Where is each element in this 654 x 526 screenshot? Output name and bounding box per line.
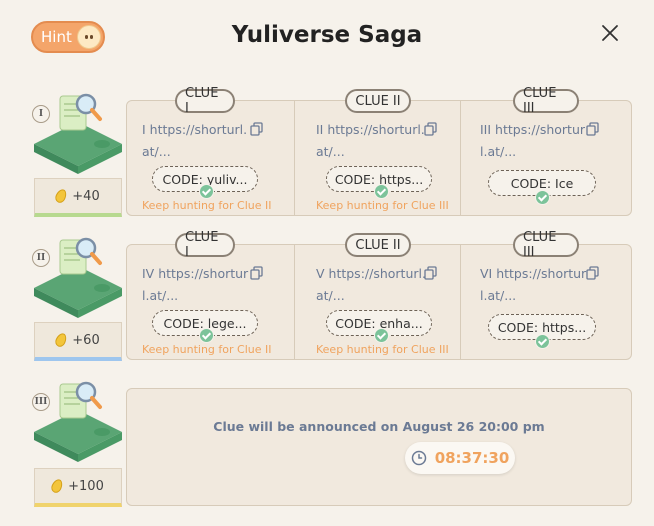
clue-link[interactable]: I https://shorturl.at/...	[142, 119, 254, 163]
close-icon	[602, 25, 618, 41]
row-number-badge: III	[32, 393, 50, 411]
page-title: Yuliverse Saga	[231, 22, 423, 48]
clue-card: CLUE III III https://shorturl.at/... COD…	[460, 86, 632, 216]
reward-badge: +60	[34, 322, 122, 361]
copy-icon[interactable]	[250, 266, 263, 280]
saga-row-3: Clue will be announced on August 26 20:0…	[30, 381, 632, 507]
reward-amount: +100	[68, 478, 104, 494]
copy-icon[interactable]	[586, 122, 599, 136]
coin-icon	[53, 187, 69, 205]
clue-link[interactable]: III https://shorturl.at/...	[480, 119, 592, 163]
check-icon	[535, 334, 550, 349]
clock-icon	[411, 450, 426, 466]
clue-tab: CLUE II	[346, 234, 410, 256]
saga-row-2: II +60 CLUE I IV https://shorturl.at/...…	[30, 230, 632, 361]
coin-icon	[53, 331, 69, 349]
countdown-timer: 08:37:30	[405, 442, 515, 474]
coin-icon	[49, 477, 65, 495]
clue-tab: CLUE II	[346, 90, 410, 112]
copy-icon[interactable]	[586, 266, 599, 280]
clue-tab: CLUE III	[514, 230, 578, 260]
check-icon	[199, 328, 214, 343]
check-icon	[374, 184, 389, 199]
close-button[interactable]	[598, 21, 622, 45]
clue-card: CLUE III VI https://shorturl.at/... CODE…	[460, 230, 632, 360]
clue-tab: CLUE III	[514, 86, 578, 116]
copy-icon[interactable]	[424, 266, 437, 280]
saga-row-1: I +40 CLUE I I https://shorturl.at/... C…	[30, 86, 632, 217]
progress-note: Keep hunting for Clue II	[142, 343, 272, 356]
check-icon	[199, 184, 214, 199]
clue-link[interactable]: VI https://shorturl.at/...	[480, 263, 592, 307]
reward-amount: +60	[72, 332, 100, 348]
reward-badge: +100	[34, 468, 122, 507]
progress-note: Keep hunting for Clue II	[142, 199, 272, 212]
countdown-value: 08:37:30	[434, 449, 510, 467]
check-icon	[374, 328, 389, 343]
progress-note: Keep hunting for Clue III	[316, 343, 449, 356]
check-icon	[535, 190, 550, 205]
announcement-text: Clue will be announced on August 26 20:0…	[213, 419, 545, 434]
clue-tab: CLUE I	[176, 86, 234, 116]
copy-icon[interactable]	[250, 122, 263, 136]
announcement-panel: Clue will be announced on August 26 20:0…	[126, 388, 632, 506]
clue-card: CLUE II II https://shorturl.at/... CODE:…	[294, 90, 460, 216]
reward-amount: +40	[72, 188, 100, 204]
clue-link[interactable]: II https://shorturl.at/...	[316, 119, 428, 163]
row-number-badge: II	[32, 249, 50, 267]
clue-link[interactable]: V https://shorturl.at/...	[316, 263, 428, 307]
copy-icon[interactable]	[424, 122, 437, 136]
reward-badge: +40	[34, 178, 122, 217]
clue-link[interactable]: IV https://shorturl.at/...	[142, 263, 254, 307]
clue-card: CLUE I I https://shorturl.at/... CODE: y…	[126, 86, 294, 216]
progress-note: Keep hunting for Clue III	[316, 199, 449, 212]
clue-tab: CLUE I	[176, 230, 234, 260]
clue-card: CLUE II V https://shorturl.at/... CODE: …	[294, 234, 460, 360]
clue-card: CLUE I IV https://shorturl.at/... CODE: …	[126, 230, 294, 360]
row-number-badge: I	[32, 105, 50, 123]
